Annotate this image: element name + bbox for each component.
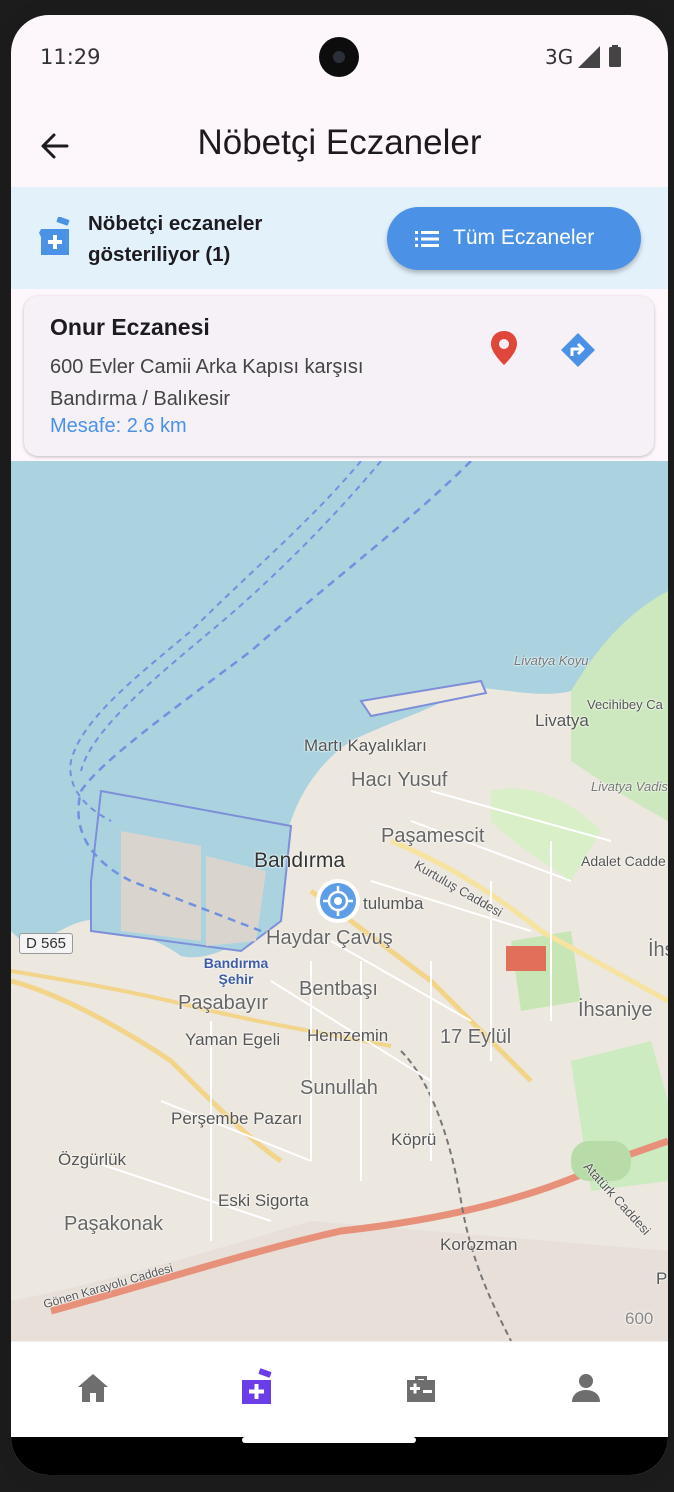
signal-icon <box>578 46 600 68</box>
pharmacy-address: 600 Evler Camii Arka Kapısı karşısı Band… <box>50 351 450 415</box>
all-pharmacies-button[interactable]: Tüm Eczaneler <box>387 207 641 270</box>
pharmacy-card[interactable]: Onur Eczanesi 600 Evler Camii Arka Kapıs… <box>24 296 654 456</box>
screen: 11:29 3G Nöbetçi Eczaneler Nöbetçi eczan… <box>11 15 668 1475</box>
status-bar: 11:29 3G <box>11 15 668 95</box>
map-label-adalet: Adalet Cadde <box>581 853 666 869</box>
map-label-600: 600 <box>625 1309 654 1328</box>
map-label-sunullah: Sunullah <box>300 1077 378 1099</box>
address-line-2: Bandırma / Balıkesir <box>50 388 231 410</box>
map-label-pasamescit: Paşamescit <box>381 825 485 847</box>
camera-cutout <box>319 37 359 77</box>
map-label-ozgurluk: Özgürlük <box>58 1150 127 1169</box>
home-icon[interactable] <box>73 1368 113 1408</box>
map-label-bandirma-sehir: Bandırma Şehir <box>203 955 269 987</box>
map-label-p: P <box>656 1269 668 1288</box>
map-label-yaman-egeli: Yaman Egeli <box>185 1030 281 1049</box>
gps-icon <box>323 886 353 916</box>
battery-icon <box>609 45 621 67</box>
map-label-haydar: Haydar Çavuş <box>266 927 393 949</box>
map-label-pasakonak: Paşakonak <box>64 1213 163 1235</box>
map-label-livatya-koyu: Livatya Koyu <box>514 653 589 668</box>
map-label-ihsaniye: İhsaniye <box>578 999 653 1021</box>
map-label-haci-yusuf: Hacı Yusuf <box>351 769 448 791</box>
map-label-bandirma: Bandırma <box>254 849 346 872</box>
map-label-tulumba: tulumba <box>363 894 424 913</box>
banner-text: Nöbetçi eczaneler gösteriliyor (1) <box>88 212 263 266</box>
app-bar: Nöbetçi Eczaneler <box>11 105 668 187</box>
map-label-pasabayir: Paşabayır <box>178 992 269 1014</box>
map-label-vecihibey: Vecihibey Ca <box>587 697 663 712</box>
map-label-ihs: İhs <box>648 939 668 961</box>
address-line-1: 600 Evler Camii Arka Kapısı karşısı <box>50 356 364 378</box>
road-sign-d565: D 565 <box>19 933 74 954</box>
pharmacy-distance: Mesafe: 2.6 km <box>50 415 187 437</box>
map-label-marti: Martı Kayalıkları <box>304 736 427 755</box>
current-location-marker[interactable] <box>316 879 360 923</box>
medical-kit-icon[interactable] <box>401 1368 441 1408</box>
map-label-livatya: Livatya <box>535 711 589 730</box>
location-inner <box>320 883 356 919</box>
list-icon <box>415 231 439 247</box>
map-label-korozman: Korozman <box>440 1235 518 1254</box>
pharmacy-icon <box>39 217 70 255</box>
bottom-navigation <box>11 1341 668 1438</box>
map-view[interactable]: Livatya Koyu Vecihibey Ca Livatya Martı … <box>11 461 668 1341</box>
status-time: 11:29 <box>40 45 101 69</box>
all-pharmacies-label: Tüm Eczaneler <box>453 226 595 249</box>
map-pin-icon[interactable] <box>490 331 518 365</box>
page-title: Nöbetçi Eczaneler <box>197 123 482 162</box>
network-label: 3G <box>545 45 574 69</box>
map-label-17-eylul: 17 Eylül <box>440 1026 512 1048</box>
map-label-hemzemin: Hemzemin <box>307 1026 389 1045</box>
person-icon[interactable] <box>566 1368 606 1408</box>
pharmacy-name: Onur Eczanesi <box>50 314 210 340</box>
map-label-livatya-vadisi: Livatya Vadisi <box>591 779 668 794</box>
map-label-persembe: Perşembe Pazarı <box>171 1109 303 1128</box>
phone-frame: 11:29 3G Nöbetçi Eczaneler Nöbetçi eczan… <box>0 0 674 1492</box>
map-label-bentbasi: Bentbaşı <box>299 978 378 1000</box>
duty-banner: Nöbetçi eczaneler gösteriliyor (1) Tüm E… <box>11 187 668 289</box>
directions-icon[interactable] <box>560 332 596 368</box>
pharmacy-icon[interactable] <box>237 1368 277 1408</box>
home-indicator[interactable] <box>242 1437 416 1443</box>
map-label-eski-sigorta: Eski Sigorta <box>218 1191 309 1210</box>
map-label-kopru: Köprü <box>391 1130 437 1149</box>
